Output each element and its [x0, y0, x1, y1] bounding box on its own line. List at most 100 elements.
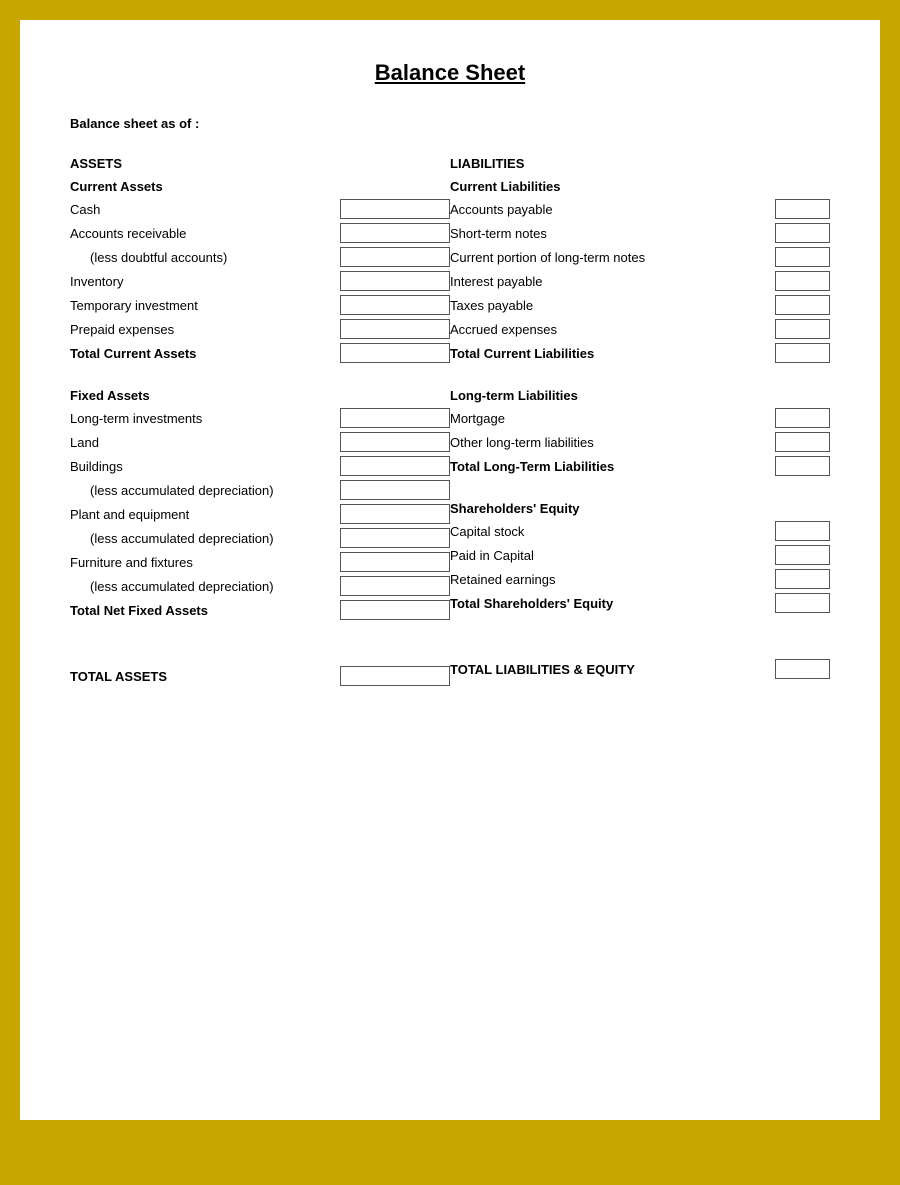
interest-payable-label: Interest payable [450, 274, 775, 289]
cash-input[interactable] [340, 199, 450, 219]
plant-equipment-label: Plant and equipment [70, 507, 340, 522]
buildings-input[interactable] [340, 456, 450, 476]
list-item: Accounts payable [450, 198, 830, 220]
total-longterm-liabilities-input[interactable] [775, 456, 830, 476]
less-accum-dep3-input[interactable] [340, 576, 450, 596]
list-item: Long-term investments [70, 407, 450, 429]
accounts-payable-input[interactable] [775, 199, 830, 219]
list-item: Buildings [70, 455, 450, 477]
other-longterm-label: Other long-term liabilities [450, 435, 775, 450]
total-current-assets-label: Total Current Assets [70, 346, 340, 361]
list-item: Accounts receivable [70, 222, 450, 244]
total-current-liabilities-label: Total Current Liabilities [450, 346, 775, 361]
short-term-notes-input[interactable] [775, 223, 830, 243]
total-current-assets-row: Total Current Assets [70, 342, 450, 364]
total-assets-input[interactable] [340, 666, 450, 686]
longterm-liabilities-header: Long-term Liabilities [450, 388, 830, 403]
less-accum-dep3-label: (less accumulated depreciation) [70, 579, 340, 594]
total-current-assets-input[interactable] [340, 343, 450, 363]
page-title: Balance Sheet [70, 60, 830, 86]
assets-column: ASSETS Current Assets Cash Accounts rece… [70, 156, 450, 691]
total-longterm-liabilities-label: Total Long-Term Liabilities [450, 459, 775, 474]
balance-sheet-page: Balance Sheet Balance sheet as of : ASSE… [20, 20, 880, 1120]
current-portion-longterm-input[interactable] [775, 247, 830, 267]
total-equity-input[interactable] [775, 593, 830, 613]
less-doubtful-input[interactable] [340, 247, 450, 267]
equity-header: Shareholders' Equity [450, 501, 830, 516]
current-assets-header: Current Assets [70, 179, 450, 194]
less-accum-dep2-input[interactable] [340, 528, 450, 548]
list-item: (less accumulated depreciation) [70, 479, 450, 501]
paid-in-capital-label: Paid in Capital [450, 548, 775, 563]
less-accum-dep2-label: (less accumulated depreciation) [70, 531, 340, 546]
list-item: Inventory [70, 270, 450, 292]
total-fixed-assets-input[interactable] [340, 600, 450, 620]
mortgage-label: Mortgage [450, 411, 775, 426]
land-input[interactable] [340, 432, 450, 452]
cash-label: Cash [70, 202, 340, 217]
temp-investment-label: Temporary investment [70, 298, 340, 313]
paid-in-capital-input[interactable] [775, 545, 830, 565]
current-liabilities-header: Current Liabilities [450, 179, 830, 194]
retained-earnings-input[interactable] [775, 569, 830, 589]
interest-payable-input[interactable] [775, 271, 830, 291]
current-portion-longterm-label: Current portion of long-term notes [450, 250, 775, 265]
inventory-label: Inventory [70, 274, 340, 289]
list-item: Capital stock [450, 520, 830, 542]
total-liabilities-equity-label: TOTAL LIABILITIES & EQUITY [450, 662, 775, 677]
list-item: Mortgage [450, 407, 830, 429]
capital-stock-label: Capital stock [450, 524, 775, 539]
mortgage-input[interactable] [775, 408, 830, 428]
buildings-label: Buildings [70, 459, 340, 474]
land-label: Land [70, 435, 340, 450]
list-item: Cash [70, 198, 450, 220]
other-longterm-input[interactable] [775, 432, 830, 452]
capital-stock-input[interactable] [775, 521, 830, 541]
list-item: Current portion of long-term notes [450, 246, 830, 268]
total-fixed-assets-label: Total Net Fixed Assets [70, 603, 340, 618]
less-accum-dep1-label: (less accumulated depreciation) [70, 483, 340, 498]
list-item: Accrued expenses [450, 318, 830, 340]
inventory-input[interactable] [340, 271, 450, 291]
longterm-investments-input[interactable] [340, 408, 450, 428]
total-assets-label: TOTAL ASSETS [70, 669, 340, 684]
list-item: Short-term notes [450, 222, 830, 244]
list-item: Temporary investment [70, 294, 450, 316]
list-item: Retained earnings [450, 568, 830, 590]
accrued-expenses-input[interactable] [775, 319, 830, 339]
accounts-receivable-label: Accounts receivable [70, 226, 340, 241]
less-accum-dep1-input[interactable] [340, 480, 450, 500]
list-item: Paid in Capital [450, 544, 830, 566]
less-doubtful-label: (less doubtful accounts) [70, 250, 340, 265]
plant-equipment-input[interactable] [340, 504, 450, 524]
total-current-liabilities-input[interactable] [775, 343, 830, 363]
total-assets-row: TOTAL ASSETS [70, 665, 450, 687]
accrued-expenses-label: Accrued expenses [450, 322, 775, 337]
list-item: Furniture and fixtures [70, 551, 450, 573]
furniture-fixtures-label: Furniture and fixtures [70, 555, 340, 570]
total-longterm-liabilities-row: Total Long-Term Liabilities [450, 455, 830, 477]
list-item: Land [70, 431, 450, 453]
total-equity-label: Total Shareholders' Equity [450, 596, 775, 611]
total-equity-row: Total Shareholders' Equity [450, 592, 830, 614]
list-item: Taxes payable [450, 294, 830, 316]
temp-investment-input[interactable] [340, 295, 450, 315]
total-liabilities-equity-input[interactable] [775, 659, 830, 679]
assets-header: ASSETS [70, 156, 450, 171]
list-item: Plant and equipment [70, 503, 450, 525]
taxes-payable-input[interactable] [775, 295, 830, 315]
list-item: Interest payable [450, 270, 830, 292]
liabilities-column: LIABILITIES Current Liabilities Accounts… [450, 156, 830, 691]
total-current-liabilities-row: Total Current Liabilities [450, 342, 830, 364]
list-item: (less accumulated depreciation) [70, 575, 450, 597]
prepaid-expenses-label: Prepaid expenses [70, 322, 340, 337]
list-item: (less accumulated depreciation) [70, 527, 450, 549]
short-term-notes-label: Short-term notes [450, 226, 775, 241]
prepaid-expenses-input[interactable] [340, 319, 450, 339]
furniture-fixtures-input[interactable] [340, 552, 450, 572]
fixed-assets-header: Fixed Assets [70, 388, 450, 403]
total-fixed-assets-row: Total Net Fixed Assets [70, 599, 450, 621]
accounts-receivable-input[interactable] [340, 223, 450, 243]
accounts-payable-label: Accounts payable [450, 202, 775, 217]
list-item: Prepaid expenses [70, 318, 450, 340]
